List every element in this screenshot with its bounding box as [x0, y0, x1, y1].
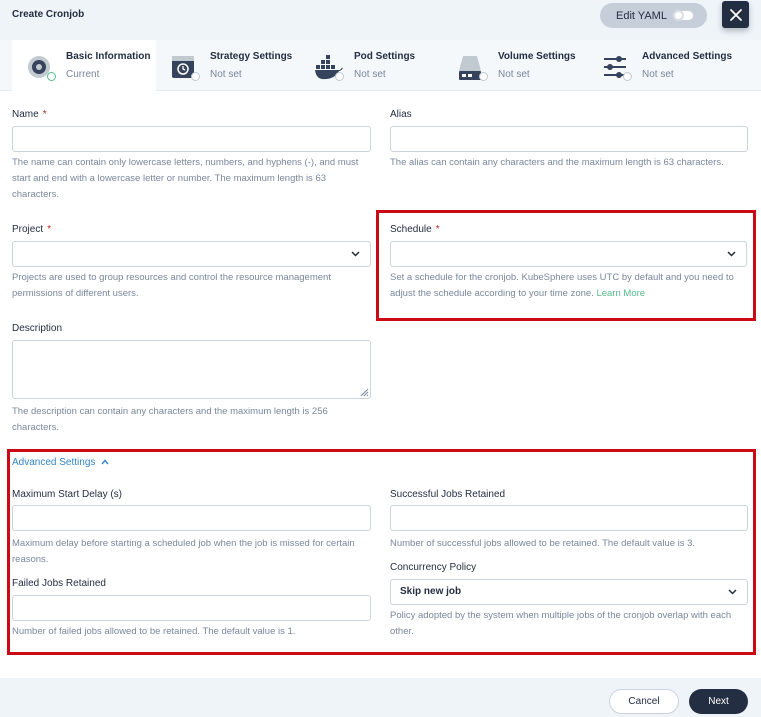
concurrency-policy-label: Concurrency Policy — [390, 562, 477, 573]
schedule-help: Set a schedule for the cronjob. KubeSphe… — [390, 272, 734, 299]
step-dot — [191, 72, 200, 81]
next-button[interactable]: Next — [689, 689, 748, 714]
tab-volume-settings[interactable]: Volume Settings Not set — [444, 40, 588, 91]
failed-jobs-input[interactable] — [12, 595, 371, 621]
tab-status: Current — [66, 69, 100, 80]
modal-title: Create Cronjob — [12, 9, 85, 20]
step-dot — [623, 72, 632, 81]
step-dot — [335, 72, 344, 81]
tab-pod-settings[interactable]: Pod Settings Not set — [300, 40, 444, 91]
learn-more-link[interactable]: Learn More — [596, 288, 645, 299]
schedule-select[interactable] — [390, 241, 747, 267]
tab-name: Pod Settings — [354, 51, 416, 62]
schedule-label: Schedule * — [390, 224, 440, 235]
current-step-dot — [47, 72, 56, 81]
cancel-button[interactable]: Cancel — [609, 689, 679, 714]
concurrency-policy-value: Skip new job — [400, 586, 462, 597]
form-content: Name * The name can contain only lowercas… — [0, 91, 761, 678]
close-icon — [729, 8, 742, 21]
max-start-delay-help: Maximum delay before starting a schedule… — [12, 538, 355, 565]
step-dot — [479, 72, 488, 81]
tab-name: Strategy Settings — [210, 51, 293, 62]
description-label: Description — [12, 323, 63, 334]
project-label: Project * — [12, 224, 52, 235]
tab-basic-information[interactable]: Basic Information Current — [12, 40, 156, 91]
chevron-down-icon — [351, 251, 360, 257]
chevron-down-icon — [728, 589, 737, 595]
chevron-up-icon — [101, 459, 109, 465]
modal-header: Create Cronjob Edit YAML — [0, 0, 761, 40]
max-start-delay-input[interactable] — [12, 505, 371, 531]
alias-label: Alias — [390, 109, 412, 120]
failed-jobs-help: Number of failed jobs allowed to be reta… — [12, 626, 296, 637]
tab-name: Basic Information — [66, 51, 151, 62]
description-textarea[interactable] — [12, 340, 371, 399]
advanced-settings-toggle-label: Advanced Settings — [12, 457, 96, 468]
failed-jobs-label: Failed Jobs Retained — [12, 578, 106, 589]
edit-yaml-button[interactable]: Edit YAML — [600, 3, 707, 28]
resize-handle-icon[interactable] — [359, 387, 369, 397]
tab-strategy-settings[interactable]: Strategy Settings Not set — [156, 40, 300, 91]
tab-advanced-settings[interactable]: Advanced Settings Not set — [588, 40, 748, 91]
name-input[interactable] — [12, 126, 371, 152]
yaml-toggle-icon — [673, 10, 693, 21]
advanced-settings-toggle[interactable]: Advanced Settings — [12, 457, 109, 468]
close-button[interactable] — [722, 1, 749, 28]
edit-yaml-label: Edit YAML — [616, 9, 667, 22]
successful-jobs-input[interactable] — [390, 505, 748, 531]
alias-help: The alias can contain any characters and… — [390, 157, 724, 168]
project-help: Projects are used to group resources and… — [12, 272, 331, 299]
modal-footer: Cancel Next — [0, 678, 761, 717]
concurrency-policy-help: Policy adopted by the system when multip… — [390, 610, 732, 637]
tab-status: Not set — [354, 69, 386, 80]
max-start-delay-label: Maximum Start Delay (s) — [12, 489, 123, 500]
tab-status: Not set — [498, 69, 530, 80]
successful-jobs-help: Number of successful jobs allowed to be … — [390, 538, 696, 549]
alias-input[interactable] — [390, 126, 748, 152]
concurrency-policy-select[interactable]: Skip new job — [390, 579, 748, 605]
project-select[interactable] — [12, 241, 371, 267]
tab-name: Volume Settings — [498, 51, 576, 62]
tab-status: Not set — [642, 69, 674, 80]
description-help: The description can contain any characte… — [12, 406, 328, 433]
name-help: The name can contain only lowercase lett… — [12, 157, 359, 200]
chevron-down-icon — [727, 251, 736, 257]
tab-status: Not set — [210, 69, 242, 80]
name-label: Name * — [12, 109, 47, 120]
tab-name: Advanced Settings — [642, 51, 733, 62]
step-tabs: Basic Information Current Strategy Setti… — [0, 40, 761, 91]
successful-jobs-label: Successful Jobs Retained — [390, 489, 506, 500]
